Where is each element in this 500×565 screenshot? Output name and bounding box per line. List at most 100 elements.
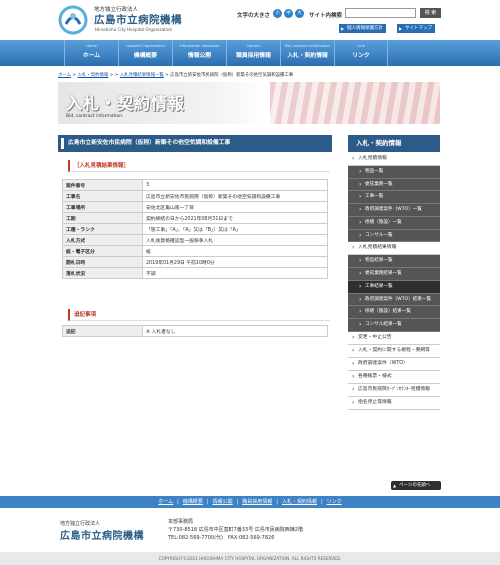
font-size-small-button[interactable]: 小 (273, 9, 282, 18)
sidebar-subitem[interactable]: 物品結果一覧 (348, 255, 440, 269)
sidebar-subitem[interactable]: 工事結果一覧 (348, 280, 440, 294)
sidebar-item[interactable]: 入札・契約に関する規程・要綱等 (348, 344, 440, 358)
sidebar-item[interactable]: 入札見積結果情報 (348, 242, 440, 256)
footer-nav-link[interactable]: 入札・契約情報 (282, 499, 317, 505)
results-table: 案件番号 3 工事名 広島市立新安佐市民病院（仮称）新築その他空気調和設備工事 工事場所… (62, 179, 328, 279)
sidebar-item[interactable]: 広島市民病院ｵｰﾌﾟﾝｶｳﾝﾀｰ見積情報 (348, 383, 440, 397)
sidebar-item[interactable]: 政府調達案件（WTO） (348, 357, 440, 371)
sidebar-item[interactable]: 入札見積情報 (348, 153, 440, 166)
sidebar-item[interactable]: 各種帳票・様式 (348, 370, 440, 384)
footer-nav-separator: | (206, 499, 209, 505)
sidebar-subitem[interactable]: 物品一覧 (348, 165, 440, 179)
footer-office: 本部事務局 (168, 519, 194, 525)
footer-address-block: 本部事務局 〒730-8518 広島市中区基町7番33号 広島市民病院西棟2階 … (168, 519, 303, 542)
breadcrumb-current: 広島市立新安佐市民病院（仮称）新築その他空気調和設備工事 (170, 73, 294, 78)
sidebar-subitem[interactable]: 修繕（施設）一覧 (348, 216, 440, 230)
row-value: 広島市立新安佐市民病院（仮称）新築その他空気調和設備工事 (142, 190, 328, 202)
row-label: 入札方式 (62, 234, 143, 246)
row-value: 不調 (142, 267, 328, 279)
row-label: 開札日時 (62, 256, 143, 268)
row-value: 安佐北区亀山南一丁目 (142, 201, 328, 213)
org-name-en: Hiroshima City Hospital Organization (95, 27, 173, 32)
section-heading-results: ［入札見積結果情報］ (68, 160, 330, 172)
sidebar-subitem[interactable]: 修繕（施設）結果一覧 (348, 306, 440, 320)
nav-item-disclosure[interactable]: Information disclosure 情報公開 (172, 40, 226, 66)
font-size-label: 文字の大きさ (237, 13, 271, 19)
row-label: 工期 (62, 212, 143, 224)
footer-tel: TEL:082-569-7700(代) FAX:082-569-7826 (168, 534, 275, 541)
table-row: 工種・ランク 「管工事」「A」、「A」又は「B」）又は「A」 (62, 223, 328, 235)
table-row: 紙・電子区分紙 (62, 245, 328, 257)
footer-nav-link[interactable]: ホーム (158, 499, 173, 505)
table-row: 追記 ※ 入札者なし (62, 325, 328, 337)
notes-table: 追記 ※ 入札者なし (62, 325, 328, 337)
page-top-button[interactable]: ページの先頭へ (391, 481, 441, 490)
row-value: 紙 (142, 245, 328, 257)
sidebar-title: 入札・契約情報 (348, 135, 440, 152)
table-row: 工事名 広島市立新安佐市民病院（仮称）新築その他空気調和設備工事 (62, 190, 328, 202)
breadcrumb-results-list[interactable]: 入札見積結果情報一覧 (120, 73, 164, 78)
search-input[interactable] (345, 8, 416, 18)
privacy-policy-link[interactable]: 個人情報保護方針 (339, 24, 386, 33)
font-size-medium-button[interactable]: 中 (284, 9, 293, 18)
sidebar-nav: 入札見積情報物品一覧委託業務一覧工事一覧政府調達案件（WTO）一覧修繕（施設）一… (348, 153, 440, 410)
table-row: 開札日時 2019年01月29日 午前10時0分 (62, 256, 328, 268)
breadcrumb: ホーム > 入札・契約情報 > > 入札見積結果情報一覧 > 広島市立新安佐市民… (58, 73, 294, 78)
row-label: 工種・ランク (62, 223, 143, 235)
sidebar-subitem[interactable]: コンサル一覧 (348, 229, 440, 243)
sidebar-subitem[interactable]: コンサル結果一覧 (348, 319, 440, 332)
site-header: 地方独立行政法人 広島市立病院機構 Hiroshima City Hospita… (0, 0, 500, 40)
sidebar-subitem[interactable]: 工事一覧 (348, 191, 440, 205)
row-value: 「管工事」「A」、「A」又は「B」）又は「A」 (142, 223, 328, 235)
table-row: 案件番号 3 (62, 179, 328, 191)
banner-subtitle: Bid, contract information. (66, 114, 124, 119)
breadcrumb-bid-contract[interactable]: 入札・契約情報 (78, 73, 109, 78)
page: 地方独立行政法人 広島市立病院機構 Hiroshima City Hospita… (0, 0, 500, 565)
font-size-large-button[interactable]: 大 (295, 9, 304, 18)
sidebar-subitem[interactable]: 委託業務一覧 (348, 178, 440, 192)
sidebar-item[interactable]: 変更・中止公告 (348, 331, 440, 345)
banner-title: 入札・契約情報 (66, 94, 186, 113)
note-label: 追記 (62, 325, 143, 337)
sitemap-link[interactable]: サイトマップ (397, 24, 435, 33)
logo-icon[interactable] (58, 5, 88, 35)
footer-nav-link[interactable]: 職員採用情報 (242, 499, 272, 505)
sidebar-subitem[interactable]: 政府調達案件（WTO）結果一覧 (348, 293, 440, 307)
footer-nav: ホーム | 機構概要 | 情報公開 | 職員採用情報 | 入札・契約情報 | リンク (0, 496, 500, 508)
site-footer: 地方独立行政法人 広島市立病院機構 本部事務局 〒730-8518 広島市中区基… (0, 508, 500, 552)
search-button[interactable]: 検 索 (420, 8, 441, 18)
nav-item-organization[interactable]: Hospital Organization 機構概要 (118, 40, 172, 66)
nav-item-careers[interactable]: Careers 職員採用情報 (226, 40, 280, 66)
section-heading-notes: 追記事項 (68, 309, 330, 321)
breadcrumb-home[interactable]: ホーム (58, 73, 71, 78)
footer-nav-separator: | (177, 499, 179, 505)
nav-item-home[interactable]: Home ホーム (64, 40, 118, 66)
row-value: 入札後資格確認型一般競争入札 (142, 234, 328, 246)
nav-item-link[interactable]: Link リンク (334, 40, 388, 66)
row-value: 3 (142, 179, 328, 191)
page-title: 広島市立新安佐市民病院（仮称）新築その他空気調和設備工事 (58, 135, 332, 152)
row-label: 紙・電子区分 (62, 245, 143, 257)
sidebar-subitem[interactable]: 政府調達案件（WTO）一覧 (348, 204, 440, 217)
row-label: 工事場所 (62, 201, 143, 213)
row-value: 契約締結の日から2021年08月31日まで (142, 212, 328, 224)
row-label: 落札状況 (62, 267, 143, 279)
sidebar-subitem[interactable]: 委託業務結果一覧 (348, 268, 440, 281)
footer-nav-separator: | (276, 499, 278, 505)
footer-org-name: 広島市立病院機構 (60, 531, 144, 542)
nav-item-bid-contract[interactable]: Bid, contract information 入札・契約情報 (280, 40, 334, 66)
table-row: 工事場所 安佐北区亀山南一丁目 (62, 201, 328, 213)
page-banner: 入札・契約情報 Bid, contract information. (58, 82, 440, 124)
footer-nav-separator: | (236, 499, 239, 505)
org-name[interactable]: 広島市立病院機構 (94, 12, 182, 27)
table-row: 落札状況 不調 (62, 267, 328, 279)
global-nav: Home ホーム Hospital Organization 機構概要 Inform… (0, 40, 500, 66)
footer-nav-link[interactable]: 機構概要 (183, 499, 203, 505)
footer-nav-link[interactable]: リンク (327, 499, 342, 505)
footer-nav-separator: | (320, 499, 323, 505)
search-label: サイト内検索 (309, 13, 343, 19)
sidebar-item[interactable]: 指名停止等情報 (348, 396, 440, 410)
copyright: COPYRIGHT©2021 HIROSHIMA CITY HOSPITAL O… (0, 552, 500, 565)
footer-nav-link[interactable]: 情報公開 (213, 499, 233, 505)
footer-org-sub: 地方独立行政法人 (60, 521, 101, 527)
